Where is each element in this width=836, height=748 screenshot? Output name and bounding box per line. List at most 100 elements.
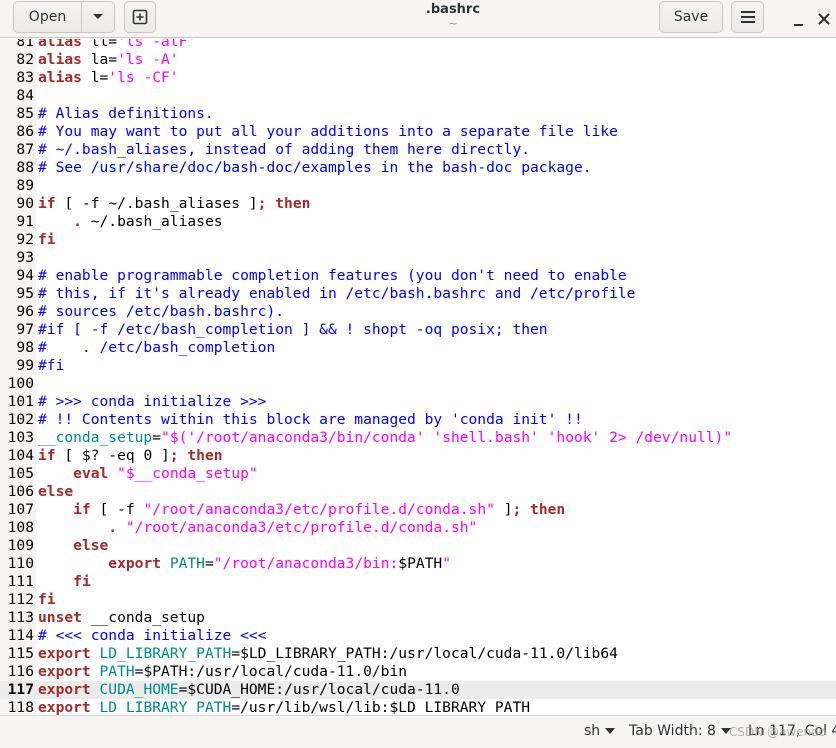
hamburger-menu-icon [740,11,755,23]
line-code: export LD_LIBRARY_PATH=$LD_LIBRARY_PATH:… [38,645,618,663]
code-line[interactable]: 90 if [ -f ~/.bash_aliases ]; then [0,195,836,213]
line-number: 108 [7,519,34,536]
code-line[interactable]: 84 [0,87,836,105]
close-button[interactable] [818,7,836,31]
line-code: export PATH="/root/anaconda3/bin:$PATH" [38,555,451,573]
code-line[interactable]: 98 # . /etc/bash_completion [0,339,836,357]
code-line[interactable]: 85 # Alias definitions. [0,105,836,123]
code-line[interactable]: 95 # this, if it's already enabled in /et… [0,285,836,303]
code-line[interactable]: 109 else [0,537,836,555]
code-line[interactable]: 92 fi [0,231,836,249]
code-line[interactable]: 112 fi [0,591,836,609]
code-line[interactable]: 116 export PATH=$PATH:/usr/local/cuda-11.… [0,663,836,681]
code-line[interactable]: 101 # >>> conda initialize >>> [0,393,836,411]
save-button[interactable]: Save [659,1,723,33]
tab-width-selector[interactable]: Tab Width: 8 [629,723,731,739]
code-token: LD_LIBRARY_PATH [99,645,232,662]
line-number: 105 [7,465,34,482]
code-line[interactable]: 86 # You may want to put all your additio… [0,123,836,141]
code-line[interactable]: 100 [0,375,836,393]
code-token: export [38,699,91,715]
line-code: #fi [38,357,64,375]
code-line[interactable]: 106 else [0,483,836,501]
line-code: . ~/.bash_aliases [38,213,223,231]
line-code: # . /etc/bash_completion [38,339,275,357]
watermark: CSDN @awendo [729,725,827,739]
code-token: export [38,663,91,680]
code-line[interactable]: 83 alias l='ls -CF' [0,69,836,87]
code-line[interactable]: 113 unset __conda_setup [0,609,836,627]
code-token: # You may want to put all your additions… [38,123,618,140]
code-line[interactable]: 99 #fi [0,357,836,375]
code-line[interactable]: 81 alias ll='ls -alF' [0,39,836,51]
code-line[interactable]: 91 . ~/.bash_aliases [0,213,836,231]
code-token: "/root/anaconda3/etc/profile.d/conda.sh" [125,519,478,536]
code-line[interactable]: 104 if [ $? -eq 0 ]; then [0,447,836,465]
code-line[interactable]: 111 fi [0,573,836,591]
code-line[interactable]: 114 # <<< conda initialize <<< [0,627,836,645]
code-token: ~/.bash_aliases [81,213,223,230]
open-button[interactable]: Open [13,1,82,33]
code-line[interactable]: 115 export LD_LIBRARY_PATH=$LD_LIBRARY_PA… [0,645,836,663]
code-token: fi [73,573,91,590]
line-number: 93 [16,249,34,266]
code-token: # enable programmable completion feature… [38,267,627,284]
line-code: export CUDA_HOME=$CUDA_HOME:/usr/local/c… [38,681,460,699]
code-line[interactable]: 108 . "/root/anaconda3/etc/profile.d/con… [0,519,836,537]
code-line[interactable]: 107 if [ -f "/root/anaconda3/etc/profile… [0,501,836,519]
code-token: 'ls -alF' [117,39,197,50]
language-selector[interactable]: sh [584,723,616,739]
minimize-button[interactable] [790,8,806,30]
open-recent-menu-button[interactable] [81,1,115,33]
line-number: 90 [16,195,34,212]
code-line[interactable]: 93 [0,249,836,267]
line-number: 110 [7,555,34,572]
code-line[interactable]: 94 # enable programmable completion featu… [0,267,836,285]
line-number: 97 [16,321,34,338]
code-token: # this, if it's already enabled in /etc/… [38,285,636,302]
line-code: if [ -f "/root/anaconda3/etc/profile.d/c… [38,501,565,519]
code-line[interactable]: 103 __conda_setup="$('/root/anaconda3/bin… [0,429,836,447]
code-line[interactable]: 87 # ~/.bash_aliases, instead of adding t… [0,141,836,159]
code-token: CUDA_HOME [99,681,179,698]
code-token: 'ls -CF' [108,69,179,86]
code-line[interactable]: 82 alias la='ls -A' [0,51,836,69]
line-number: 94 [16,267,34,284]
code-token: alias [38,69,82,86]
code-token: 'ls -A' [117,51,179,68]
new-tab-icon [132,9,148,25]
code-line[interactable]: 117 export CUDA_HOME=$CUDA_HOME:/usr/loca… [0,681,836,699]
code-token: #fi [38,357,65,374]
code-line[interactable]: 89 [0,177,836,195]
code-token: "/root/anaconda3/bin: [213,555,399,572]
code-line[interactable]: 118 export LD_LIBRARY_PATH=/usr/lib/wsl/l… [0,699,836,715]
new-tab-button[interactable] [124,1,156,33]
line-number: 100 [7,375,34,392]
code-line[interactable]: 97 #if [ -f /etc/bash_completion ] && ! s… [0,321,836,339]
line-code: fi [38,231,56,249]
code-token: # <<< conda initialize <<< [38,627,267,644]
code-line[interactable]: 96 # sources /etc/bash.bashrc). [0,303,836,321]
code-token: = [152,429,162,446]
minimize-icon [793,24,803,26]
line-number: 86 [16,123,34,140]
line-code: . "/root/anaconda3/etc/profile.d/conda.s… [38,519,477,537]
text-editor-view[interactable]: 81 alias ll='ls -alF' 82 alias la='ls -A' 83… [0,39,836,715]
code-line[interactable]: 105 eval "$__conda_setup" [0,465,836,483]
code-token: else [73,537,109,554]
code-line[interactable]: 102 # !! Contents within this block are m… [0,411,836,429]
line-number: 115 [7,645,34,662]
code-line[interactable]: 88 # See /usr/share/doc/bash-doc/examples… [0,159,836,177]
code-token: # . /etc/bash_completion [38,339,276,356]
main-menu-button[interactable] [731,1,764,33]
code-token: . [108,519,118,536]
line-number: 107 [7,501,34,518]
code-line[interactable]: 110 export PATH="/root/anaconda3/bin:$PA… [0,555,836,573]
line-number: 112 [7,591,34,608]
line-code: # <<< conda initialize <<< [38,627,266,645]
